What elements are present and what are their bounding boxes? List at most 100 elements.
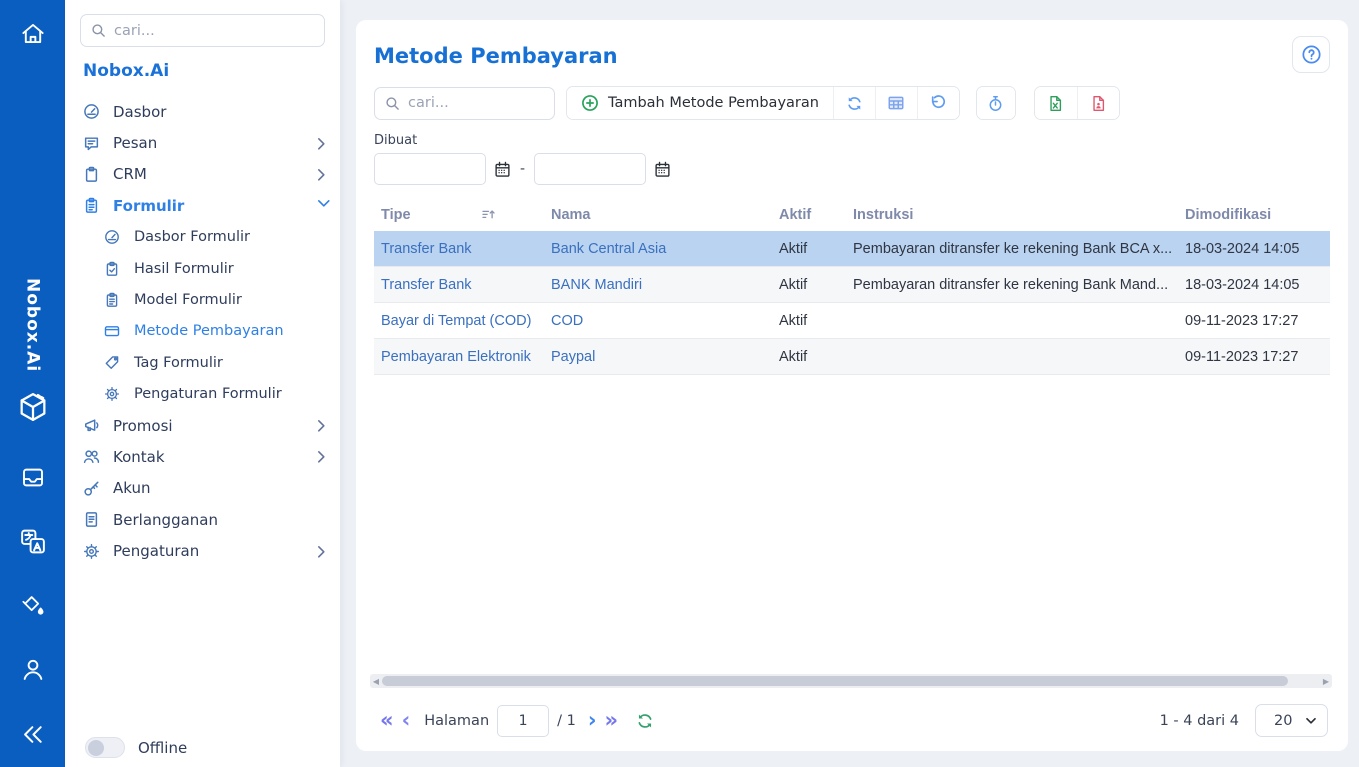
calendar-icon[interactable]	[654, 161, 671, 178]
help-icon	[1301, 44, 1322, 65]
refresh-icon	[846, 95, 863, 112]
pdf-export-icon	[1090, 95, 1107, 112]
user-icon[interactable]	[19, 656, 46, 683]
sidebar-search-input[interactable]	[114, 23, 314, 39]
app-root: Nobox.Ai Nobox.Ai Dasbor Pe	[0, 0, 1359, 767]
date-from-input[interactable]	[374, 153, 486, 185]
col-header-instruksi: Instruksi	[846, 207, 1178, 223]
translate-icon[interactable]	[18, 527, 47, 556]
export-excel-button[interactable]	[1035, 87, 1077, 119]
chevron-right-icon	[317, 168, 326, 181]
sidebar-item-metode-pembayaran[interactable]: Metode Pembayaran	[65, 316, 340, 347]
nama-link[interactable]: COD	[544, 313, 772, 329]
chevron-right-icon	[317, 450, 326, 463]
form-clipboard-icon	[83, 197, 101, 215]
columns-button[interactable]	[875, 87, 917, 119]
last-page-button[interactable]: »	[601, 710, 623, 731]
page-number-input[interactable]	[497, 705, 549, 737]
crm-clipboard-icon	[83, 165, 101, 183]
sidebar-item-berlangganan[interactable]: Berlangganan	[65, 504, 340, 535]
export-pdf-button[interactable]	[1077, 87, 1119, 119]
tipe-link[interactable]: Bayar di Tempat (COD)	[374, 313, 544, 329]
sidebar-search[interactable]	[80, 14, 325, 47]
sidebar-item-formulir[interactable]: Formulir	[65, 190, 340, 221]
tag-icon	[104, 354, 122, 372]
reset-button[interactable]	[917, 87, 959, 119]
clipboard-list-icon	[104, 291, 122, 309]
primary-button-group: Tambah Metode Pembayaran	[566, 86, 960, 120]
search-icon	[385, 96, 400, 111]
chevron-right-icon	[317, 419, 326, 432]
megaphone-icon	[83, 417, 101, 435]
col-header-tipe: Tipe	[381, 207, 411, 223]
main-content: Metode Pembayaran Tambah Metode Pembayar…	[340, 0, 1359, 767]
reload-table-button[interactable]	[636, 712, 654, 730]
previous-page-button[interactable]: ‹	[398, 710, 415, 731]
sidebar-item-akun[interactable]: Akun	[65, 473, 340, 504]
sidebar-item-pesan[interactable]: Pesan	[65, 127, 340, 158]
export-button-group	[1034, 86, 1120, 120]
table-row[interactable]: Transfer Bank Bank Central Asia Aktif Pe…	[374, 231, 1330, 267]
aktif-cell: Aktif	[772, 349, 846, 365]
table-row[interactable]: Pembayaran Elektronik Paypal Aktif 09-11…	[374, 339, 1330, 375]
excel-export-icon	[1047, 95, 1064, 112]
add-payment-method-button[interactable]: Tambah Metode Pembayaran	[567, 87, 833, 119]
home-icon[interactable]	[19, 20, 46, 47]
ink-drop-icon[interactable]	[19, 592, 46, 619]
table-grid-icon	[887, 94, 905, 112]
dimodifikasi-cell: 18-03-2024 14:05	[1178, 241, 1330, 257]
scrollbar-thumb[interactable]	[382, 676, 1288, 686]
inbox-icon[interactable]	[19, 464, 46, 491]
auto-refresh-button[interactable]	[977, 87, 1015, 119]
sidebar-item-kontak[interactable]: Kontak	[65, 441, 340, 472]
offline-row: Offline	[85, 737, 187, 758]
brand-cube-icon	[16, 390, 50, 424]
date-range-separator: -	[520, 161, 525, 177]
result-range-text: 1 - 4 dari 4	[1160, 713, 1239, 729]
refresh-button[interactable]	[833, 87, 875, 119]
aktif-cell: Aktif	[772, 313, 846, 329]
key-icon	[83, 479, 101, 497]
table-search-input[interactable]	[408, 95, 528, 111]
sidebar-item-tag-formulir[interactable]: Tag Formulir	[65, 347, 340, 378]
sidebar-item-pengaturan-formulir[interactable]: Pengaturan Formulir	[65, 379, 340, 410]
table-search[interactable]	[374, 87, 555, 120]
offline-toggle[interactable]	[85, 737, 125, 758]
icon-rail: Nobox.Ai	[0, 0, 65, 767]
scroll-right-arrow-icon[interactable]: ▶	[1320, 677, 1332, 686]
page-size-select[interactable]: 20	[1255, 704, 1328, 737]
sidebar-item-hasil-formulir[interactable]: Hasil Formulir	[65, 253, 340, 284]
next-page-button[interactable]: ›	[584, 710, 601, 731]
undo-icon	[929, 94, 947, 112]
aktif-cell: Aktif	[772, 277, 846, 293]
credit-card-icon	[104, 322, 122, 340]
scroll-left-arrow-icon[interactable]: ◀	[370, 677, 382, 686]
nama-link[interactable]: Paypal	[544, 349, 772, 365]
nama-link[interactable]: BANK Mandiri	[544, 277, 772, 293]
table-row[interactable]: Transfer Bank BANK Mandiri Aktif Pembaya…	[374, 267, 1330, 303]
first-page-button[interactable]: «	[376, 710, 398, 731]
sidebar-item-model-formulir[interactable]: Model Formulir	[65, 284, 340, 315]
horizontal-scrollbar[interactable]: ◀ ▶	[370, 674, 1332, 688]
table-header-row: Tipe Nama Aktif Instruksi Dimodifikasi	[374, 198, 1330, 231]
sidebar-item-promosi[interactable]: Promosi	[65, 410, 340, 441]
stopwatch-icon	[987, 95, 1004, 112]
table-row[interactable]: Bayar di Tempat (COD) COD Aktif 09-11-20…	[374, 303, 1330, 339]
date-to-input[interactable]	[534, 153, 646, 185]
tipe-link[interactable]: Transfer Bank	[374, 241, 544, 257]
tipe-link[interactable]: Pembayaran Elektronik	[374, 349, 544, 365]
calendar-icon[interactable]	[494, 161, 511, 178]
nama-link[interactable]: Bank Central Asia	[544, 241, 772, 257]
sidebar-item-dasbor-formulir[interactable]: Dasbor Formulir	[65, 222, 340, 253]
sidebar-brand-title: Nobox.Ai	[83, 61, 169, 81]
rail-brand-vertical-text: Nobox.Ai	[23, 278, 43, 372]
sort-icon[interactable]	[481, 208, 496, 221]
sidebar-item-pengaturan[interactable]: Pengaturan	[65, 535, 340, 566]
sidebar-item-crm[interactable]: CRM	[65, 159, 340, 190]
collapse-sidebar-icon[interactable]	[20, 722, 45, 747]
help-button[interactable]	[1292, 36, 1330, 73]
toolbar: Tambah Metode Pembayaran	[374, 86, 1330, 120]
sidebar-item-dasbor[interactable]: Dasbor	[65, 96, 340, 127]
tipe-link[interactable]: Transfer Bank	[374, 277, 544, 293]
aktif-cell: Aktif	[772, 241, 846, 257]
